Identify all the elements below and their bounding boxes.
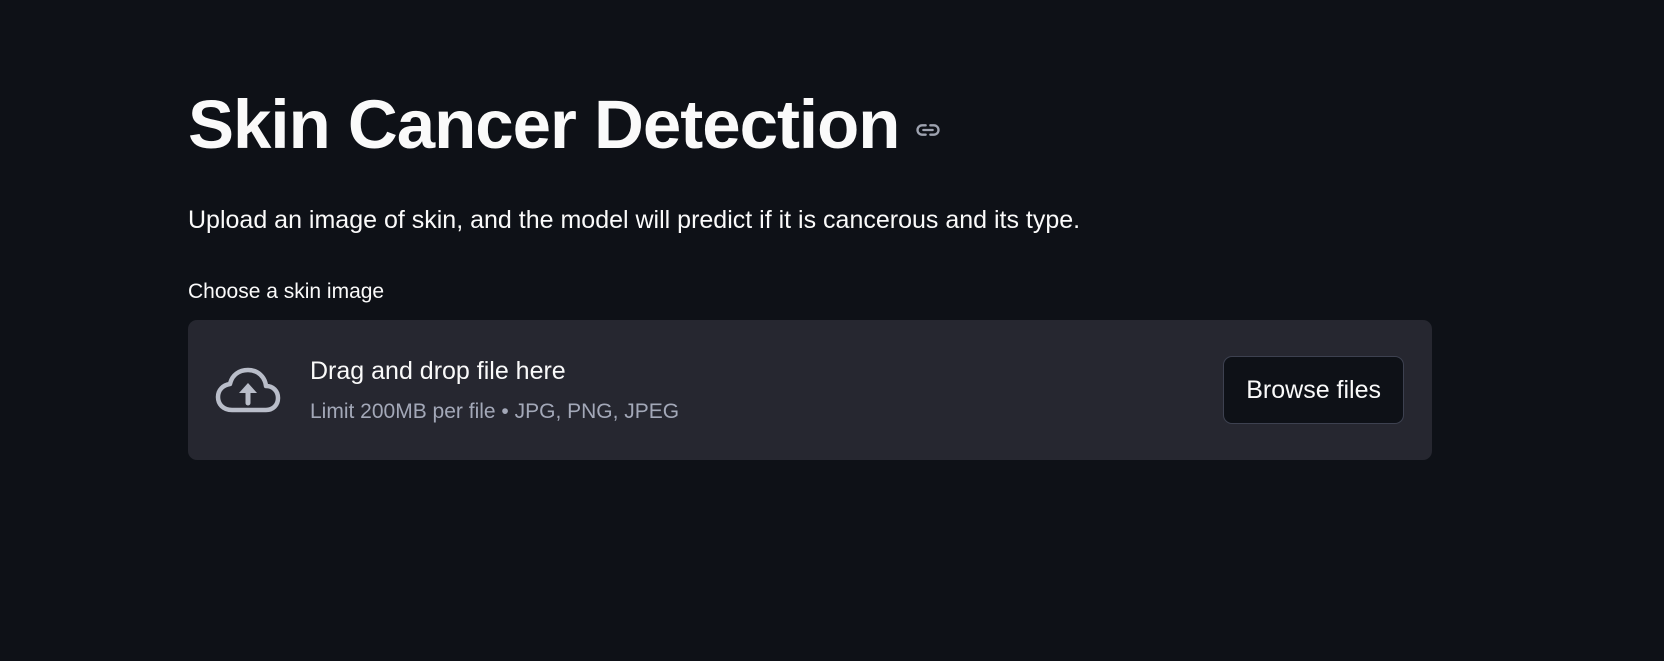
cloud-upload-icon [215,366,281,414]
dropzone-hint: Limit 200MB per file • JPG, PNG, JPEG [310,400,680,423]
uploader-label: Choose a skin image [188,280,385,303]
page-description: Upload an image of skin, and the model w… [188,206,1081,234]
dropzone-title: Drag and drop file here [310,357,566,385]
link-icon[interactable] [913,115,943,145]
browse-files-button[interactable]: Browse files [1223,356,1404,424]
app-page: Skin Cancer Detection Upload an image of… [0,0,1664,661]
dropzone-instructions: Drag and drop file here Limit 200MB per … [310,354,679,426]
page-title: Skin Cancer Detection [188,86,900,163]
title-row: Skin Cancer Detection [188,82,943,168]
file-dropzone[interactable]: Drag and drop file here Limit 200MB per … [188,320,1432,460]
